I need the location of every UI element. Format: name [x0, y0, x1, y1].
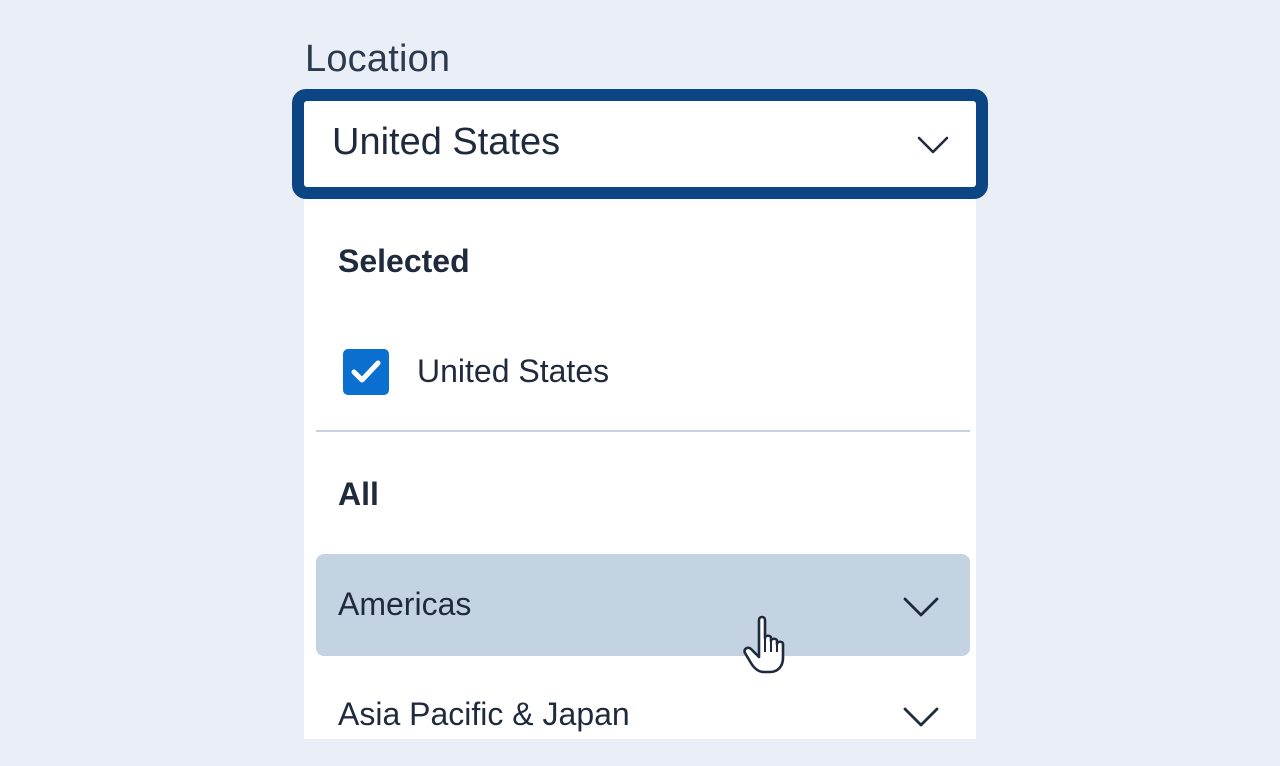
- field-label: Location: [305, 38, 451, 80]
- option-group-label: Americas: [338, 586, 472, 622]
- location-select-box[interactable]: United States: [302, 99, 978, 189]
- chevron-down-icon[interactable]: [902, 594, 940, 620]
- hand-pointer-icon: [743, 615, 785, 674]
- selected-section-heading: Selected: [338, 243, 470, 279]
- option-group-americas[interactable]: Americas: [316, 554, 970, 656]
- checkbox-united-states[interactable]: [343, 349, 389, 395]
- location-dropdown-panel: Selected United States All Americas Asia…: [304, 199, 976, 739]
- divider: [316, 430, 970, 432]
- chevron-down-icon[interactable]: [916, 133, 950, 157]
- selected-item-label[interactable]: United States: [417, 353, 609, 390]
- option-group-label: Asia Pacific & Japan: [338, 696, 630, 732]
- all-section-heading: All: [338, 476, 379, 512]
- checkmark-icon: [351, 360, 381, 383]
- chevron-down-icon[interactable]: [902, 704, 940, 730]
- option-group-asia-pacific-japan[interactable]: Asia Pacific & Japan: [316, 664, 970, 766]
- location-select[interactable]: United States: [292, 89, 988, 199]
- location-select-value: United States: [332, 121, 561, 163]
